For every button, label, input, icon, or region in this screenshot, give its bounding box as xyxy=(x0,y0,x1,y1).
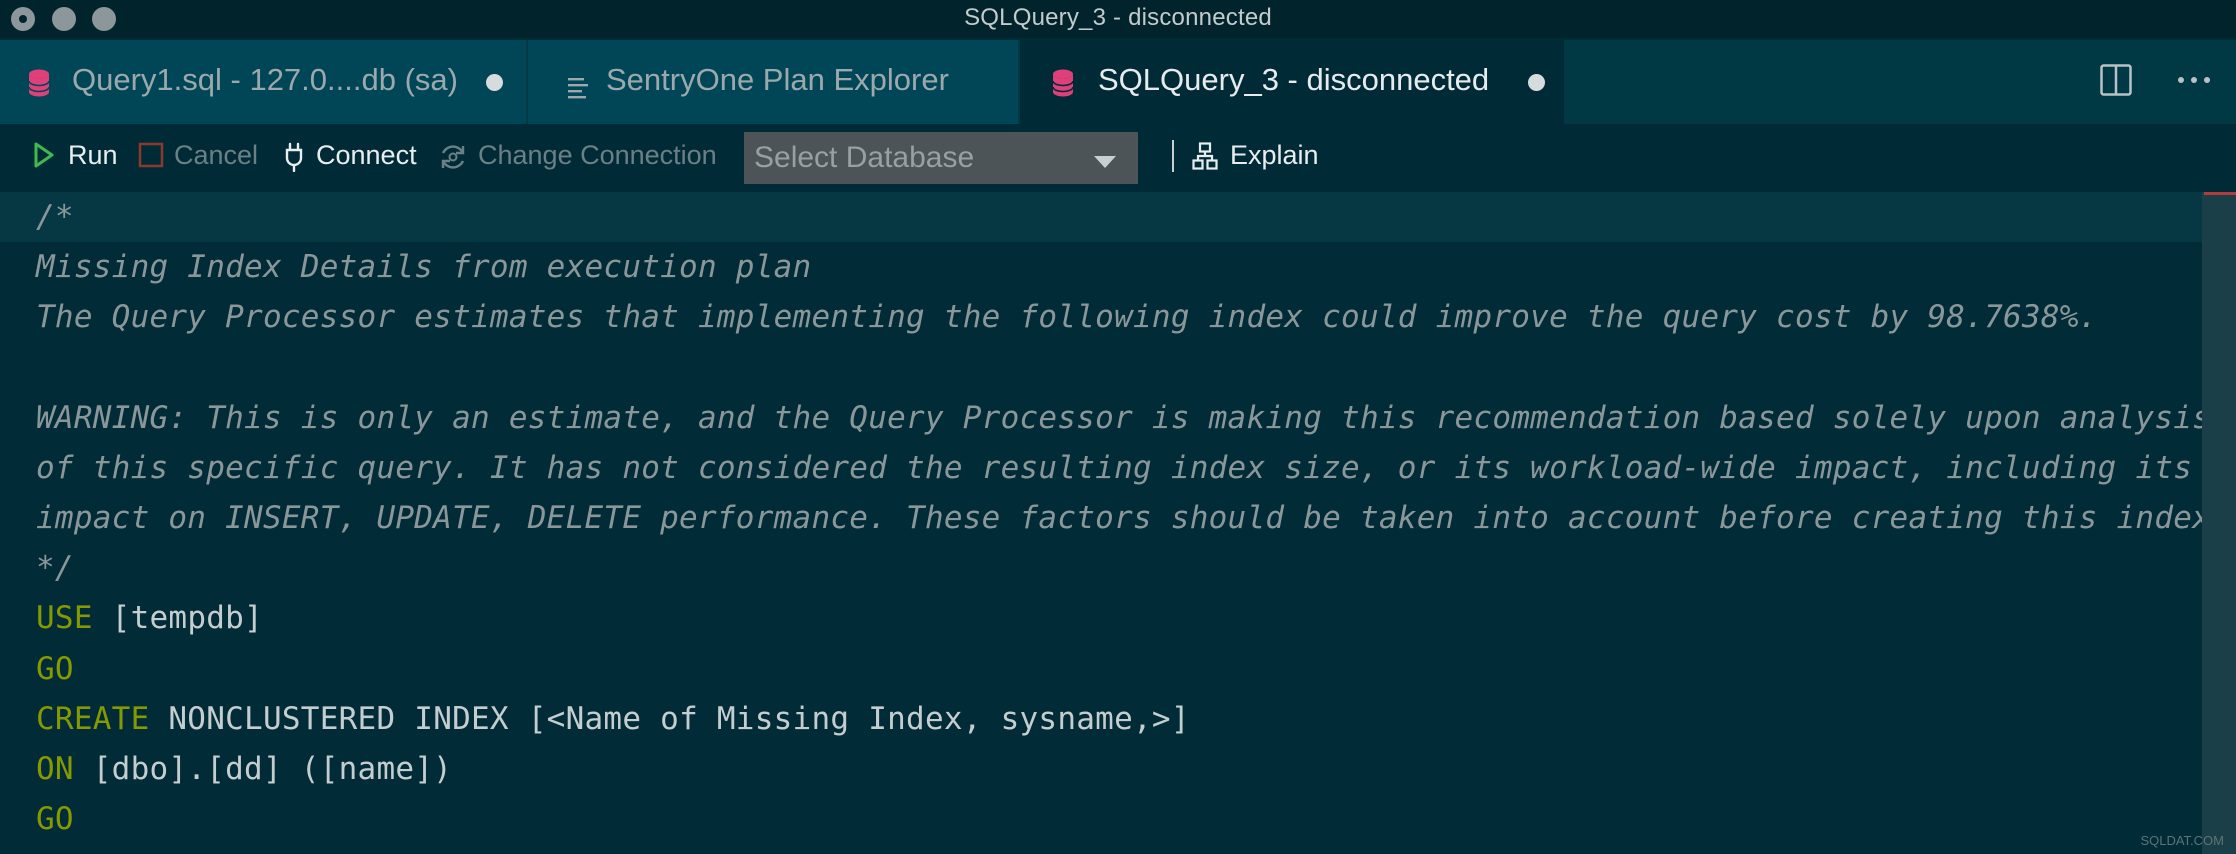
keyword-go: GO xyxy=(36,651,74,687)
tab-bar: Query1.sql - 127.0....db (sa) SentryOne … xyxy=(0,40,2236,124)
database-icon xyxy=(1052,69,1074,105)
keyword-use: USE xyxy=(36,600,93,636)
scroll-position-marker xyxy=(2204,192,2236,195)
tab-label: Query1.sql - 127.0....db (sa) xyxy=(72,62,458,97)
connect-label: Connect xyxy=(316,140,417,170)
vertical-scrollbar[interactable] xyxy=(2202,192,2236,854)
select-database-label: Select Database xyxy=(754,141,975,174)
code-line-11: CREATE NONCLUSTERED INDEX [<Name of Miss… xyxy=(36,694,1190,744)
tab-label: SentryOne Plan Explorer xyxy=(606,62,949,97)
code-line-7: impact on INSERT, UPDATE, DELETE perform… xyxy=(36,500,2230,536)
tab-query1[interactable]: Query1.sql - 127.0....db (sa) xyxy=(0,40,526,124)
keyword-create: CREATE xyxy=(36,701,150,737)
refresh-connection-icon xyxy=(441,145,465,169)
plug-icon xyxy=(285,142,303,172)
code-line-10: GO xyxy=(36,644,74,694)
run-label: Run xyxy=(68,140,118,170)
cancel-button[interactable]: Cancel xyxy=(138,140,264,174)
watermark: SQLDAT.COM xyxy=(2140,833,2224,848)
code-line-1: /* xyxy=(36,199,74,235)
code-line-8: */ xyxy=(36,550,74,586)
hierarchy-icon xyxy=(1192,142,1218,170)
current-line-highlight xyxy=(0,192,2202,242)
window-title: SQLQuery_3 - disconnected xyxy=(964,4,1272,31)
code-text: [dbo].[dd] ([name]) xyxy=(73,751,453,787)
run-button[interactable]: Run xyxy=(34,140,124,174)
tab-sqlquery3[interactable]: SQLQuery_3 - disconnected xyxy=(1020,40,1564,124)
explain-button[interactable]: Explain xyxy=(1192,140,1332,174)
select-database-dropdown[interactable]: Select Database xyxy=(744,132,1138,184)
title-bar: SQLQuery_3 - disconnected xyxy=(0,0,2236,38)
more-actions-icon[interactable] xyxy=(2176,68,2212,97)
code-text: NONCLUSTERED INDEX [<Name of Missing Ind… xyxy=(149,701,1190,737)
keyword-on: ON xyxy=(36,751,74,787)
code-line-5: WARNING: This is only an estimate, and t… xyxy=(36,400,2212,436)
chevron-down-icon xyxy=(1094,156,1116,168)
split-editor-icon[interactable] xyxy=(2100,64,2132,101)
keyword-go: GO xyxy=(36,801,74,837)
code-line-12: ON [dbo].[dd] ([name]) xyxy=(36,744,452,794)
code-line-2: Missing Index Details from execution pla… xyxy=(36,249,812,285)
tab-label: SQLQuery_3 - disconnected xyxy=(1098,62,1490,97)
connect-button[interactable]: Connect xyxy=(284,140,424,174)
explain-label: Explain xyxy=(1230,140,1319,170)
cancel-label: Cancel xyxy=(174,140,259,170)
code-editor[interactable]: /* Missing Index Details from execution … xyxy=(0,192,2236,854)
code-text: [tempdb] xyxy=(92,600,263,636)
database-icon xyxy=(28,69,50,105)
code-line-9: USE [tempdb] xyxy=(36,593,263,643)
code-line-13: GO xyxy=(36,794,74,844)
play-icon xyxy=(34,142,54,168)
stop-icon xyxy=(138,142,164,168)
unsaved-dot-icon xyxy=(1528,74,1545,91)
tab-plan-explorer[interactable]: SentryOne Plan Explorer xyxy=(528,40,1018,124)
change-connection-button[interactable]: Change Connection xyxy=(438,140,722,174)
query-toolbar: Run Cancel Connect Change Connection Sel… xyxy=(0,124,2236,192)
change-connection-label: Change Connection xyxy=(478,140,717,170)
unsaved-dot-icon xyxy=(486,74,503,91)
lines-icon xyxy=(568,71,588,107)
code-line-3: The Query Processor estimates that imple… xyxy=(36,299,2098,335)
toolbar-divider xyxy=(1172,140,1174,172)
code-line-6: of this specific query. It has not consi… xyxy=(36,450,2193,486)
